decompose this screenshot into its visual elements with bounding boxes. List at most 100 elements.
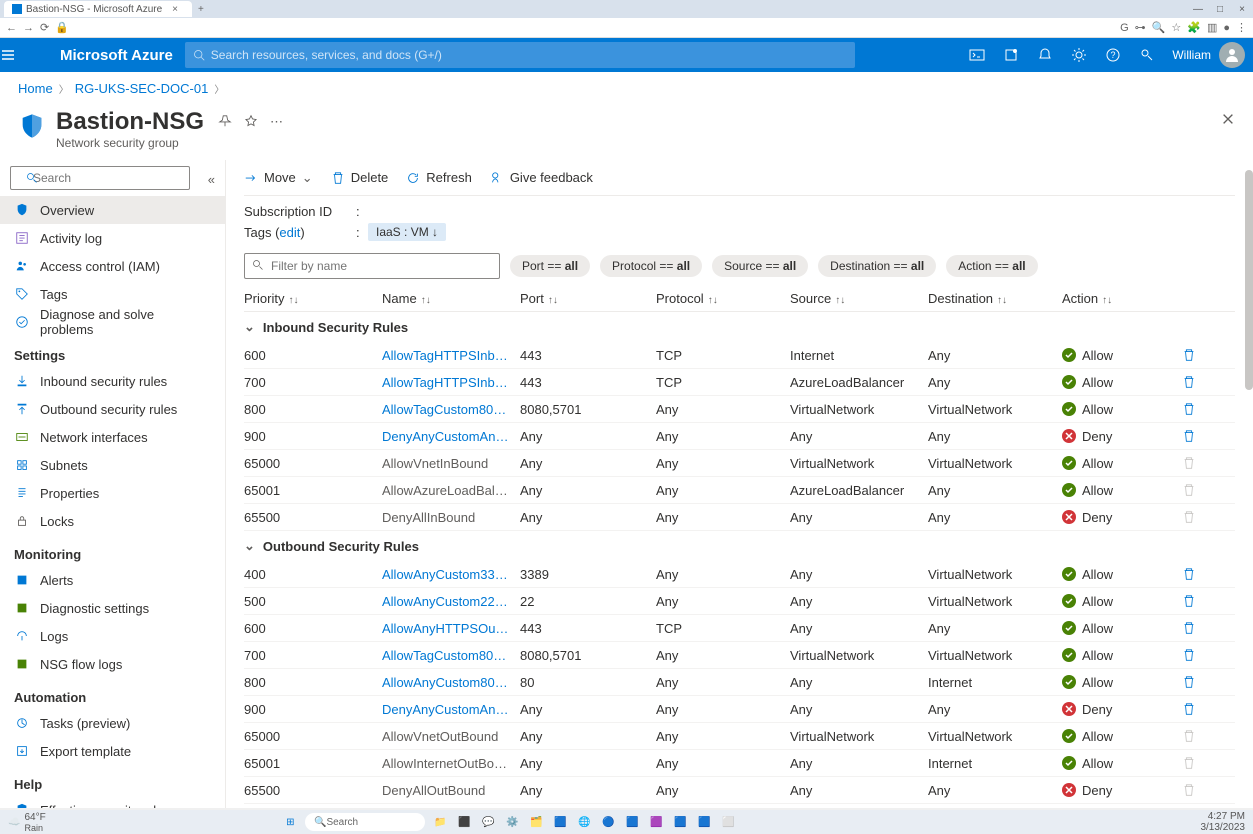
- password-icon[interactable]: ⊶: [1135, 21, 1146, 34]
- azure-brand[interactable]: Microsoft Azure: [48, 47, 185, 64]
- taskbar-app-icon[interactable]: 🟪: [647, 813, 665, 831]
- filter-destination[interactable]: Destination == all: [818, 255, 936, 277]
- nav-forward-icon[interactable]: →: [23, 22, 34, 34]
- sidebar-item-export-template[interactable]: Export template: [0, 737, 225, 765]
- taskbar-app-icon[interactable]: 📁: [431, 813, 449, 831]
- rule-row[interactable]: 800AllowAnyCustom80Out…80AnyAnyInternetA…: [244, 669, 1235, 696]
- col-action[interactable]: Action↑↓: [1062, 291, 1182, 306]
- rule-row[interactable]: 65000AllowVnetOutBoundAnyAnyVirtualNetwo…: [244, 723, 1235, 750]
- browser-tab[interactable]: Bastion-NSG - Microsoft Azure ×: [4, 1, 192, 17]
- taskbar-app-icon[interactable]: 🌐: [575, 813, 593, 831]
- refresh-button[interactable]: Refresh: [406, 170, 472, 185]
- cell-name[interactable]: AllowTagHTTPSInbound…: [382, 348, 520, 363]
- global-search[interactable]: Search resources, services, and docs (G+…: [185, 42, 855, 68]
- taskbar-app-icon[interactable]: ⬜: [719, 813, 737, 831]
- avatar[interactable]: [1219, 42, 1245, 68]
- sidebar-item-diagnostic-settings[interactable]: Diagnostic settings: [0, 594, 225, 622]
- cell-name[interactable]: DenyAnyCustomAnyInb…: [382, 429, 520, 444]
- taskbar-app-icon[interactable]: 🟦: [695, 813, 713, 831]
- sidebar-item-subnets[interactable]: Subnets: [0, 451, 225, 479]
- sidebar-item-diagnose-and-solve-problems[interactable]: Diagnose and solve problems: [0, 308, 225, 336]
- delete-rule-icon[interactable]: [1182, 594, 1216, 608]
- sidebar-item-tasks-preview-[interactable]: Tasks (preview): [0, 709, 225, 737]
- zoom-icon[interactable]: 🔍: [1152, 21, 1166, 34]
- copilot-icon[interactable]: [994, 38, 1028, 72]
- delete-rule-icon[interactable]: [1182, 348, 1216, 362]
- taskbar-app-icon[interactable]: 🔵: [599, 813, 617, 831]
- sidebar-item-locks[interactable]: Locks: [0, 507, 225, 535]
- start-icon[interactable]: ⊞: [281, 813, 299, 831]
- account-name[interactable]: William: [1164, 48, 1219, 62]
- rule-row[interactable]: 800AllowTagCustom8080_5…8080,5701AnyVirt…: [244, 396, 1235, 423]
- sidebar-item-outbound-security-rules[interactable]: Outbound security rules: [0, 395, 225, 423]
- section-inbound[interactable]: ⌄ Inbound Security Rules: [244, 312, 1235, 342]
- cell-name[interactable]: AllowAnyCustom80Out…: [382, 675, 520, 690]
- cell-name[interactable]: AllowAnyHTTPSOutbou…: [382, 621, 520, 636]
- delete-rule-icon[interactable]: [1182, 375, 1216, 389]
- window-maximize-icon[interactable]: □: [1209, 4, 1231, 15]
- delete-rule-icon[interactable]: [1182, 702, 1216, 716]
- portal-menu-icon[interactable]: [0, 47, 48, 63]
- delete-button[interactable]: Delete: [331, 170, 389, 185]
- window-minimize-icon[interactable]: —: [1187, 4, 1209, 15]
- nav-back-icon[interactable]: ←: [6, 22, 17, 34]
- cloud-shell-icon[interactable]: [960, 38, 994, 72]
- taskbar-app-icon[interactable]: 🗂️: [527, 813, 545, 831]
- rule-row[interactable]: 65500DenyAllOutBoundAnyAnyAnyAnyDeny: [244, 777, 1235, 804]
- sidebar-item-activity-log[interactable]: Activity log: [0, 224, 225, 252]
- rule-row[interactable]: 600AllowTagHTTPSInbound…443TCPInternetAn…: [244, 342, 1235, 369]
- cell-name[interactable]: AllowTagCustom8080_5…: [382, 402, 520, 417]
- help-icon[interactable]: ?: [1096, 38, 1130, 72]
- filter-by-name-input[interactable]: [244, 253, 500, 279]
- scrollbar[interactable]: [1245, 160, 1253, 808]
- delete-rule-icon[interactable]: [1182, 621, 1216, 635]
- sidebar-item-alerts[interactable]: Alerts: [0, 566, 225, 594]
- taskbar-app-icon[interactable]: 🟦: [671, 813, 689, 831]
- taskbar-search[interactable]: 🔍Search: [305, 813, 425, 831]
- collapse-sidebar-icon[interactable]: «: [208, 172, 215, 187]
- filter-action[interactable]: Action == all: [946, 255, 1037, 277]
- col-destination[interactable]: Destination↑↓: [928, 291, 1062, 306]
- rule-row[interactable]: 500AllowAnyCustom22Out…22AnyAnyVirtualNe…: [244, 588, 1235, 615]
- delete-rule-icon[interactable]: [1182, 402, 1216, 416]
- taskbar-app-icon[interactable]: 🟦: [623, 813, 641, 831]
- rule-row[interactable]: 65500DenyAllInBoundAnyAnyAnyAnyDeny: [244, 504, 1235, 531]
- taskbar-app-icon[interactable]: ⚙️: [503, 813, 521, 831]
- rule-row[interactable]: 65000AllowVnetInBoundAnyAnyVirtualNetwor…: [244, 450, 1235, 477]
- sidebar-item-overview[interactable]: Overview: [0, 196, 225, 224]
- filter-port[interactable]: Port == all: [510, 255, 590, 277]
- close-blade-icon[interactable]: [1221, 112, 1235, 126]
- sidebar-item-logs[interactable]: Logs: [0, 622, 225, 650]
- feedback-button[interactable]: Give feedback: [490, 170, 593, 185]
- delete-rule-icon[interactable]: [1182, 429, 1216, 443]
- tag-pill[interactable]: IaaS : VM ↓: [368, 223, 446, 241]
- taskbar-app-icon[interactable]: ⬛: [455, 813, 473, 831]
- sidebar-item-effective-security-rules[interactable]: Effective security rules: [0, 796, 225, 808]
- col-protocol[interactable]: Protocol↑↓: [656, 291, 790, 306]
- cell-name[interactable]: DenyAnyCustomAnyOut…: [382, 702, 520, 717]
- cell-name[interactable]: AllowAnyCustom3389O…: [382, 567, 520, 582]
- taskbar-app-icon[interactable]: 💬: [479, 813, 497, 831]
- tab-close-icon[interactable]: ×: [166, 4, 184, 15]
- taskbar-clock[interactable]: 4:27 PM 3/13/2023: [1192, 811, 1253, 833]
- rule-row[interactable]: 700AllowTagHTTPSInbound443TCPAzureLoadBa…: [244, 369, 1235, 396]
- side-panel-icon[interactable]: ▥: [1207, 21, 1217, 34]
- rule-row[interactable]: 900DenyAnyCustomAnyOut…AnyAnyAnyAnyDeny: [244, 696, 1235, 723]
- rule-row[interactable]: 65001AllowAzureLoadBalance…AnyAnyAzureLo…: [244, 477, 1235, 504]
- sidebar-item-network-interfaces[interactable]: Network interfaces: [0, 423, 225, 451]
- cell-name[interactable]: AllowTagCustom8080_5…: [382, 648, 520, 663]
- sidebar-item-nsg-flow-logs[interactable]: NSG flow logs: [0, 650, 225, 678]
- browser-menu-icon[interactable]: ⋮: [1236, 21, 1247, 34]
- notifications-icon[interactable]: [1028, 38, 1062, 72]
- col-priority[interactable]: Priority↑↓: [244, 291, 382, 306]
- new-tab-button[interactable]: +: [192, 4, 210, 15]
- col-source[interactable]: Source↑↓: [790, 291, 928, 306]
- breadcrumb-rg[interactable]: RG-UKS-SEC-DOC-01: [75, 81, 209, 96]
- site-lock-icon[interactable]: 🔒: [55, 21, 69, 34]
- sidebar-item-access-control-iam-[interactable]: Access control (IAM): [0, 252, 225, 280]
- taskbar-weather[interactable]: ☁️ 64°FRain: [0, 812, 54, 833]
- rule-row[interactable]: 600AllowAnyHTTPSOutbou…443TCPAnyAnyAllow: [244, 615, 1235, 642]
- cell-name[interactable]: AllowAnyCustom22Out…: [382, 594, 520, 609]
- rule-row[interactable]: 700AllowTagCustom8080_5…8080,5701AnyVirt…: [244, 642, 1235, 669]
- delete-rule-icon[interactable]: [1182, 567, 1216, 581]
